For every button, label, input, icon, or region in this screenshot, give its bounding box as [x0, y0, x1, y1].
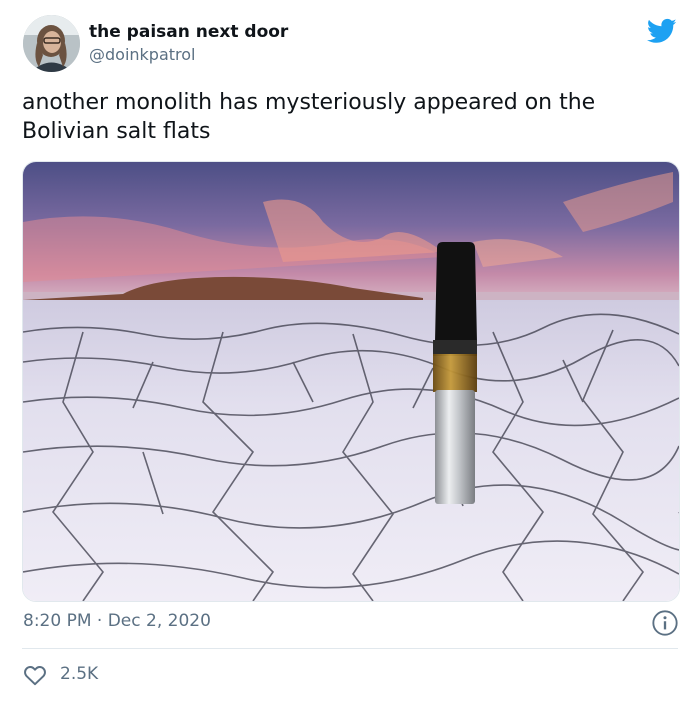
heart-icon[interactable] — [22, 662, 48, 688]
tweet-photo[interactable] — [22, 161, 680, 602]
user-handle[interactable]: @doinkpatrol — [89, 45, 196, 64]
tweet-card: the paisan next door @doinkpatrol anothe… — [0, 0, 700, 703]
twitter-bird-icon[interactable] — [645, 16, 679, 46]
tweet-text: another monolith has mysteriously appear… — [22, 90, 596, 144]
divider — [22, 648, 678, 649]
like-count: 2.5K — [60, 664, 99, 684]
avatar[interactable] — [23, 15, 80, 72]
vape-cartridge — [433, 242, 477, 504]
info-icon[interactable] — [651, 609, 679, 637]
avatar-image — [23, 15, 80, 72]
display-name[interactable]: the paisan next door — [89, 22, 288, 42]
salt-flats-photo — [23, 162, 679, 601]
tweet-timestamp[interactable]: 8:20 PM · Dec 2, 2020 — [23, 611, 211, 631]
